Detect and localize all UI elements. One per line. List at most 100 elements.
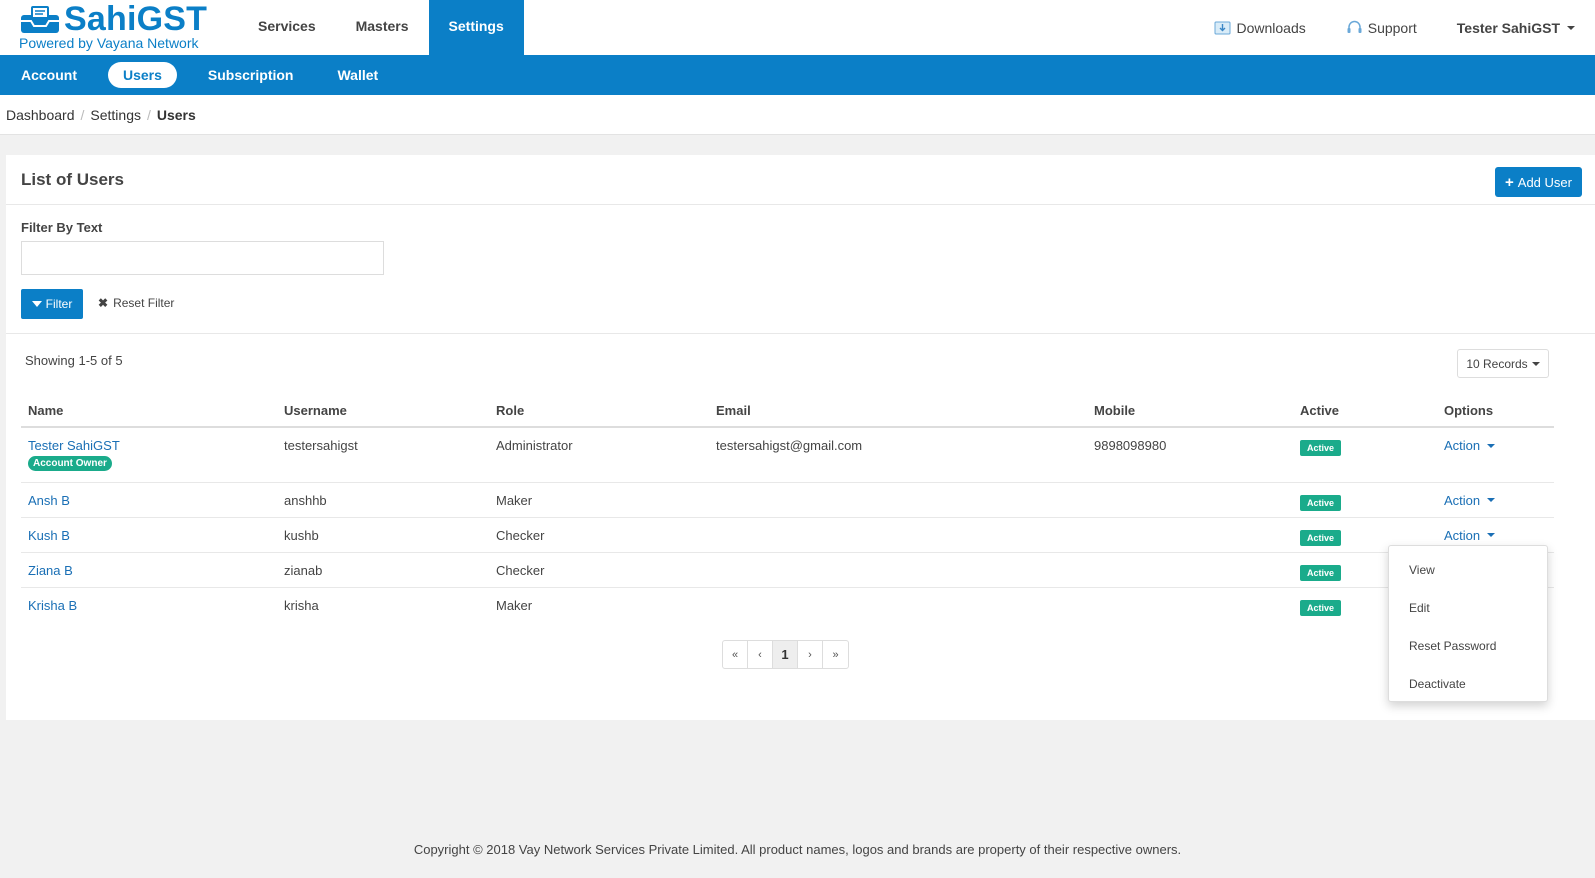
action-dropdown-menu: View Edit Reset Password Deactivate bbox=[1388, 545, 1548, 702]
table-row: Ziana B zianab Checker Active bbox=[21, 551, 1554, 587]
subnav-users[interactable]: Users bbox=[108, 62, 177, 88]
cell-mobile bbox=[1087, 551, 1293, 587]
breadcrumb-separator: / bbox=[80, 106, 85, 123]
users-panel: List of Users + Add User Filter By Text … bbox=[6, 155, 1595, 720]
user-name-link[interactable]: Kush B bbox=[28, 528, 70, 543]
breadcrumb-separator: / bbox=[146, 106, 151, 123]
breadcrumb-dashboard[interactable]: Dashboard bbox=[6, 107, 75, 123]
footer-copyright: Copyright © 2018 Vay Network Services Pr… bbox=[413, 842, 1182, 857]
action-dropdown[interactable]: Action bbox=[1444, 438, 1496, 453]
cell-email bbox=[709, 586, 1087, 622]
cell-active: Active bbox=[1293, 481, 1437, 517]
user-name: Tester SahiGST bbox=[1456, 19, 1560, 36]
status-badge: Active bbox=[1300, 494, 1342, 511]
cell-options: Action bbox=[1437, 427, 1554, 482]
chevron-down-icon bbox=[1487, 533, 1496, 537]
table-row: Tester SahiGST Account Owner testersahig… bbox=[21, 427, 1554, 482]
cell-name: Kush B bbox=[21, 516, 277, 552]
users-table: Name Username Role Email Mobile Active O… bbox=[21, 395, 1554, 622]
cell-role: Administrator bbox=[496, 438, 573, 453]
status-badge: Active bbox=[1300, 599, 1342, 616]
action-label: Action bbox=[1444, 492, 1481, 508]
download-icon bbox=[1214, 21, 1231, 35]
brand-logo[interactable]: SahiGST Powered by Vayana Network bbox=[18, 0, 218, 52]
reset-filter-label: Reset Filter bbox=[113, 296, 175, 310]
table-row: Kush B kushb Checker Active Action bbox=[21, 516, 1554, 552]
headset-icon bbox=[1347, 20, 1362, 33]
cell-mobile bbox=[1087, 481, 1293, 517]
inbox-tray-logo-icon bbox=[21, 6, 59, 33]
menu-item-deactivate[interactable]: Deactivate bbox=[1389, 665, 1547, 703]
downloads-label: Downloads bbox=[1236, 19, 1306, 36]
add-user-button[interactable]: + Add User bbox=[1495, 167, 1582, 197]
user-name-link[interactable]: Tester SahiGST bbox=[28, 438, 120, 453]
pagination-prev[interactable]: ‹ bbox=[748, 641, 773, 668]
pagination-last[interactable]: » bbox=[823, 641, 848, 668]
pagination-first[interactable]: « bbox=[723, 641, 748, 668]
user-name-link[interactable]: Krisha B bbox=[28, 598, 77, 613]
cell-role: Maker bbox=[489, 586, 709, 622]
cell-username: zianab bbox=[277, 551, 489, 587]
action-dropdown[interactable]: Action bbox=[1444, 527, 1496, 543]
support-link[interactable]: Support bbox=[1346, 20, 1417, 36]
cell-active: Active bbox=[1293, 427, 1437, 482]
subnav-wallet[interactable]: Wallet bbox=[324, 62, 391, 88]
user-name-link[interactable]: Ansh B bbox=[28, 493, 70, 508]
action-dropdown[interactable]: Action bbox=[1444, 492, 1496, 508]
subnav-subscription[interactable]: Subscription bbox=[195, 62, 307, 88]
menu-item-edit[interactable]: Edit bbox=[1389, 589, 1547, 627]
table-row: Ansh B anshhb Maker Active Action bbox=[21, 481, 1554, 517]
menu-item-reset-password[interactable]: Reset Password bbox=[1389, 627, 1547, 665]
brand-title: SahiGST bbox=[64, 0, 208, 38]
records-label: 10 Records bbox=[1466, 356, 1528, 371]
reset-filter-button[interactable]: ✖ Reset Filter bbox=[98, 296, 174, 310]
cell-email bbox=[709, 551, 1087, 587]
records-per-page-dropdown[interactable]: 10 Records bbox=[1457, 349, 1549, 378]
add-user-label: Add User bbox=[1517, 174, 1572, 190]
page-title: List of Users bbox=[21, 170, 124, 189]
chevron-down-icon bbox=[1567, 25, 1575, 30]
cell-name: Ziana B bbox=[21, 551, 277, 587]
chevron-down-icon bbox=[1531, 361, 1540, 366]
user-menu[interactable]: Tester SahiGST bbox=[1457, 20, 1575, 36]
menu-item-view[interactable]: View bbox=[1389, 551, 1547, 589]
cell-role: Checker bbox=[489, 516, 709, 552]
nav-masters[interactable]: Masters bbox=[336, 0, 429, 55]
cell-options: Action bbox=[1437, 481, 1554, 517]
status-badge: Active bbox=[1300, 564, 1342, 581]
panel-header: List of Users + Add User bbox=[6, 155, 1595, 205]
user-name-link[interactable]: Ziana B bbox=[28, 563, 73, 578]
cell-username: testersahigst bbox=[284, 438, 358, 453]
subnav-account[interactable]: Account bbox=[8, 62, 90, 88]
filter-button-label: Filter bbox=[45, 297, 73, 311]
chevron-down-icon bbox=[1487, 498, 1496, 502]
pagination-page-current[interactable]: 1 bbox=[773, 641, 798, 668]
cell-mobile bbox=[1087, 516, 1293, 552]
divider bbox=[6, 333, 1595, 334]
action-label: Action bbox=[1444, 527, 1481, 543]
cell-mobile: 9898098980 bbox=[1094, 438, 1167, 453]
pagination-next[interactable]: › bbox=[798, 641, 823, 668]
nav-settings[interactable]: Settings bbox=[428, 0, 524, 55]
downloads-link[interactable]: Downloads bbox=[1214, 19, 1306, 36]
breadcrumb-settings[interactable]: Settings bbox=[90, 107, 141, 123]
cell-name: Krisha B bbox=[21, 586, 277, 622]
column-header-role: Role bbox=[489, 395, 709, 428]
status-badge: Active bbox=[1300, 529, 1342, 546]
column-header-active: Active bbox=[1293, 395, 1437, 428]
cell-name: Tester SahiGST Account Owner bbox=[21, 427, 277, 482]
breadcrumb-users: Users bbox=[156, 106, 196, 123]
cell-role: Maker bbox=[489, 481, 709, 517]
chevron-down-icon bbox=[1487, 443, 1496, 448]
pagination: « ‹ 1 › » bbox=[722, 640, 849, 669]
column-header-mobile: Mobile bbox=[1087, 395, 1293, 428]
main-nav: Services Masters Settings bbox=[238, 0, 524, 55]
cell-username: anshhb bbox=[277, 481, 489, 517]
support-label: Support bbox=[1367, 19, 1417, 36]
column-header-options: Options bbox=[1437, 395, 1554, 428]
nav-services[interactable]: Services bbox=[238, 0, 336, 55]
filter-button[interactable]: Filter bbox=[21, 289, 83, 319]
cell-role: Checker bbox=[489, 551, 709, 587]
filter-text-input[interactable] bbox=[21, 241, 384, 275]
column-header-username: Username bbox=[277, 395, 489, 428]
